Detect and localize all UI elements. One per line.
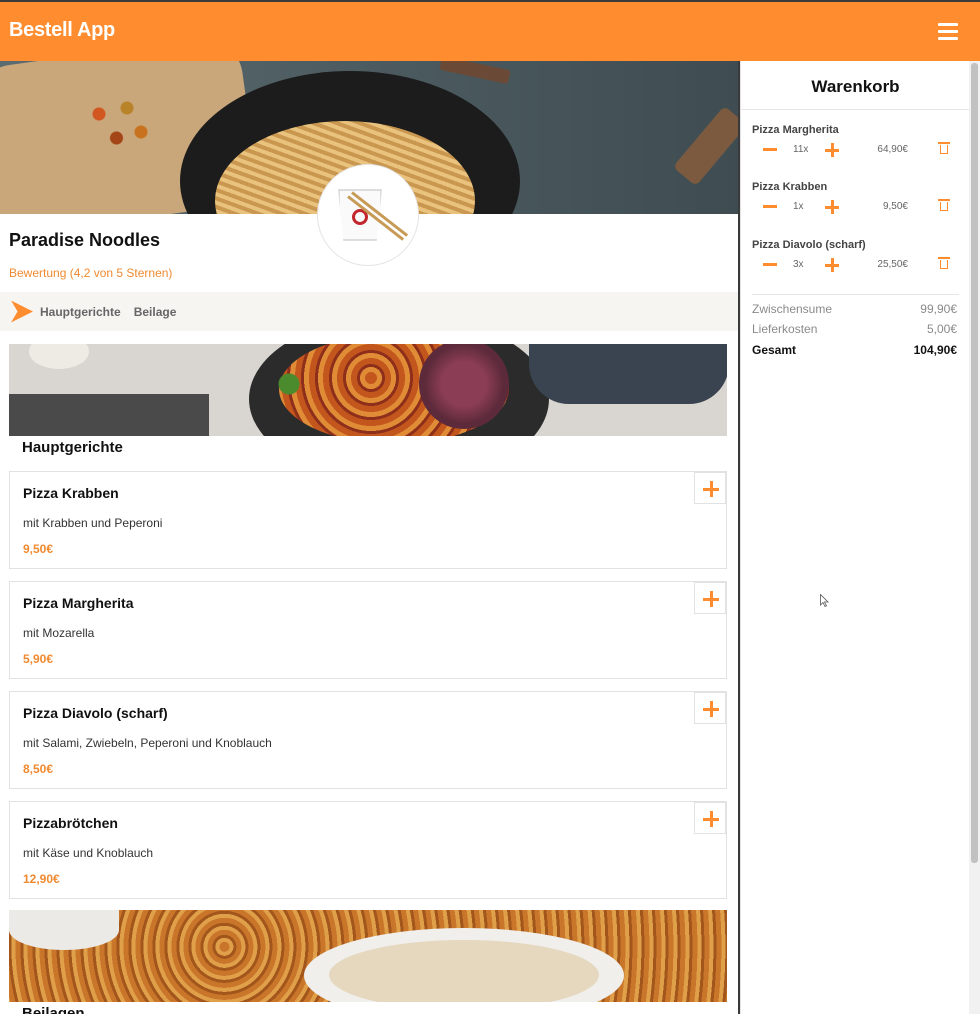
cart-item-quantity: 1x (793, 201, 804, 212)
plus-icon[interactable] (825, 143, 839, 157)
subtotal-value: 99,90€ (920, 302, 957, 316)
category-nav: Hauptgerichte Beilage (0, 292, 738, 331)
dish-name: Pizza Diavolo (scharf) (23, 705, 168, 721)
mouse-pointer-icon (820, 594, 829, 607)
dish-price: 9,50€ (23, 542, 54, 556)
cart-item: Pizza Krabben 1x 9,50€ (741, 181, 970, 231)
category-link-hauptgerichte[interactable]: Hauptgerichte (40, 305, 121, 319)
restaurant-name: Paradise Noodles (9, 230, 161, 250)
total-row: Gesamt 104,90€ (752, 343, 957, 357)
cart-title: Warenkorb (811, 77, 900, 96)
plus-icon (703, 811, 719, 827)
dish-name: Pizza Margherita (23, 595, 134, 611)
cart-item-name: Pizza Krabben (752, 181, 828, 193)
dish-card: Pizza Margherita mit Mozarella 5,90€ (9, 581, 727, 679)
divider (752, 294, 959, 295)
trash-icon[interactable] (938, 199, 950, 211)
section-title-side: Beilagen (22, 1005, 85, 1014)
dish-description: mit Mozarella (23, 626, 95, 640)
minus-icon[interactable] (763, 148, 777, 151)
dish-price: 8,50€ (23, 762, 54, 776)
dish-price: 5,90€ (23, 652, 54, 666)
app-logo[interactable]: Bestell App (9, 19, 115, 42)
subtotal-label: Zwischensume (752, 302, 833, 316)
delivery-value: 5,00€ (926, 322, 957, 336)
cart-item-quantity: 3x (793, 259, 804, 270)
divider (741, 109, 970, 110)
scrollbar[interactable] (969, 61, 980, 1014)
restaurant-logo (318, 165, 418, 265)
plus-icon (703, 481, 719, 497)
arrow-right-icon[interactable] (11, 300, 33, 323)
section-banner-side (9, 910, 727, 1002)
main-content: Paradise Noodles Bewertung (4,2 von 5 St… (0, 61, 738, 1014)
dish-description: mit Krabben und Peperoni (23, 516, 163, 530)
trash-icon[interactable] (938, 257, 950, 269)
dish-name: Pizzabrötchen (23, 815, 118, 831)
delivery-row: Lieferkosten 5,00€ (752, 322, 957, 336)
restaurant-rating: Bewertung (4,2 von 5 Sternen) (9, 266, 173, 280)
top-bar: Bestell App (0, 2, 980, 61)
dish-card: Pizza Krabben mit Krabben und Peperoni 9… (9, 471, 727, 569)
menu-icon[interactable] (938, 23, 958, 41)
add-to-cart-button[interactable] (694, 692, 726, 724)
add-to-cart-button[interactable] (694, 472, 726, 504)
minus-icon[interactable] (763, 205, 777, 208)
cart-item-price: 9,50€ (882, 201, 908, 212)
subtotal-row: Zwischensume 99,90€ (752, 302, 957, 316)
scrollbar-thumb[interactable] (971, 63, 978, 863)
cart-item: Pizza Margherita 11x 64,90€ (741, 124, 970, 174)
plus-icon (703, 701, 719, 717)
plus-icon[interactable] (825, 258, 839, 272)
add-to-cart-button[interactable] (694, 802, 726, 834)
cart-panel: Warenkorb Pizza Margherita 11x 64,90€ Pi… (740, 61, 970, 1014)
total-label: Gesamt (752, 343, 797, 357)
dish-description: mit Salami, Zwiebeln, Peperoni und Knobl… (23, 736, 272, 750)
dish-card: Pizzabrötchen mit Käse und Knoblauch 12,… (9, 801, 727, 899)
section-title-main: Hauptgerichte (22, 439, 123, 456)
dish-price: 12,90€ (23, 872, 60, 886)
dish-name: Pizza Krabben (23, 485, 119, 501)
trash-icon[interactable] (938, 142, 950, 154)
dish-description: mit Käse und Knoblauch (23, 846, 154, 860)
section-banner-main (9, 344, 727, 436)
plus-icon (703, 591, 719, 607)
delivery-label: Lieferkosten (752, 322, 818, 336)
cart-item-name: Pizza Diavolo (scharf) (752, 239, 866, 251)
cart-item-price: 64,90€ (877, 144, 908, 155)
cart-item-price: 25,50€ (877, 259, 908, 270)
cart-item: Pizza Diavolo (scharf) 3x 25,50€ (741, 239, 970, 289)
category-link-beilage[interactable]: Beilage (134, 305, 177, 319)
add-to-cart-button[interactable] (694, 582, 726, 614)
cart-item-name: Pizza Margherita (752, 124, 839, 136)
cart-item-quantity: 11x (793, 144, 809, 155)
total-value: 104,90€ (913, 343, 957, 357)
dish-card: Pizza Diavolo (scharf) mit Salami, Zwieb… (9, 691, 727, 789)
minus-icon[interactable] (763, 263, 777, 266)
plus-icon[interactable] (825, 200, 839, 214)
